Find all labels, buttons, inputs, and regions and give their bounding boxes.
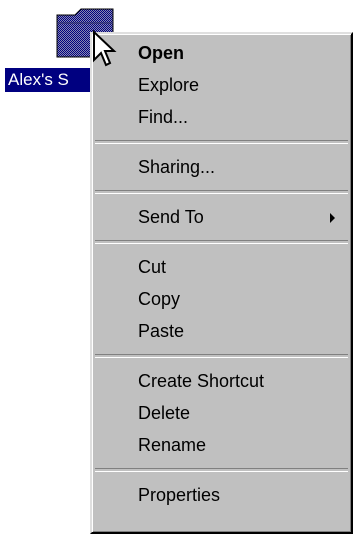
menu-item-label: Delete [138,403,191,423]
context-menu: Open Explore Find... Sharing... Send To Cut Co… [90,32,353,534]
menu-separator [95,468,348,472]
menu-item-label: Rename [138,435,207,455]
menu-item-delete[interactable]: Delete [92,397,351,429]
menu-item-properties[interactable]: Properties [92,479,351,511]
menu-item-label: Cut [138,257,167,277]
menu-item-label: Paste [138,321,185,341]
menu-separator [95,190,348,194]
menu-item-explore[interactable]: Explore [92,69,351,101]
mouse-pointer-icon [93,30,117,67]
menu-item-label: Open [138,43,185,63]
menu-item-label: Find... [138,107,189,127]
menu-item-label: Create Shortcut [138,371,265,391]
menu-item-find[interactable]: Find... [92,101,351,133]
menu-item-paste[interactable]: Paste [92,315,351,347]
menu-separator [95,240,348,244]
submenu-arrow-icon [330,213,335,223]
menu-item-label: Explore [138,75,200,95]
menu-item-sharing[interactable]: Sharing... [92,151,351,183]
menu-item-cut[interactable]: Cut [92,251,351,283]
menu-item-label: Sharing... [138,157,216,177]
menu-item-create-shortcut[interactable]: Create Shortcut [92,365,351,397]
desktop: Alex's S Open Explore Find... Sharing... Sen… [0,0,354,537]
menu-item-label: Copy [138,289,181,309]
menu-item-open[interactable]: Open [92,37,351,69]
menu-item-send-to[interactable]: Send To [92,201,351,233]
menu-separator [95,140,348,144]
menu-item-rename[interactable]: Rename [92,429,351,461]
menu-item-copy[interactable]: Copy [92,283,351,315]
menu-separator [95,354,348,358]
menu-item-label: Properties [138,485,221,505]
menu-item-label: Send To [138,207,204,227]
